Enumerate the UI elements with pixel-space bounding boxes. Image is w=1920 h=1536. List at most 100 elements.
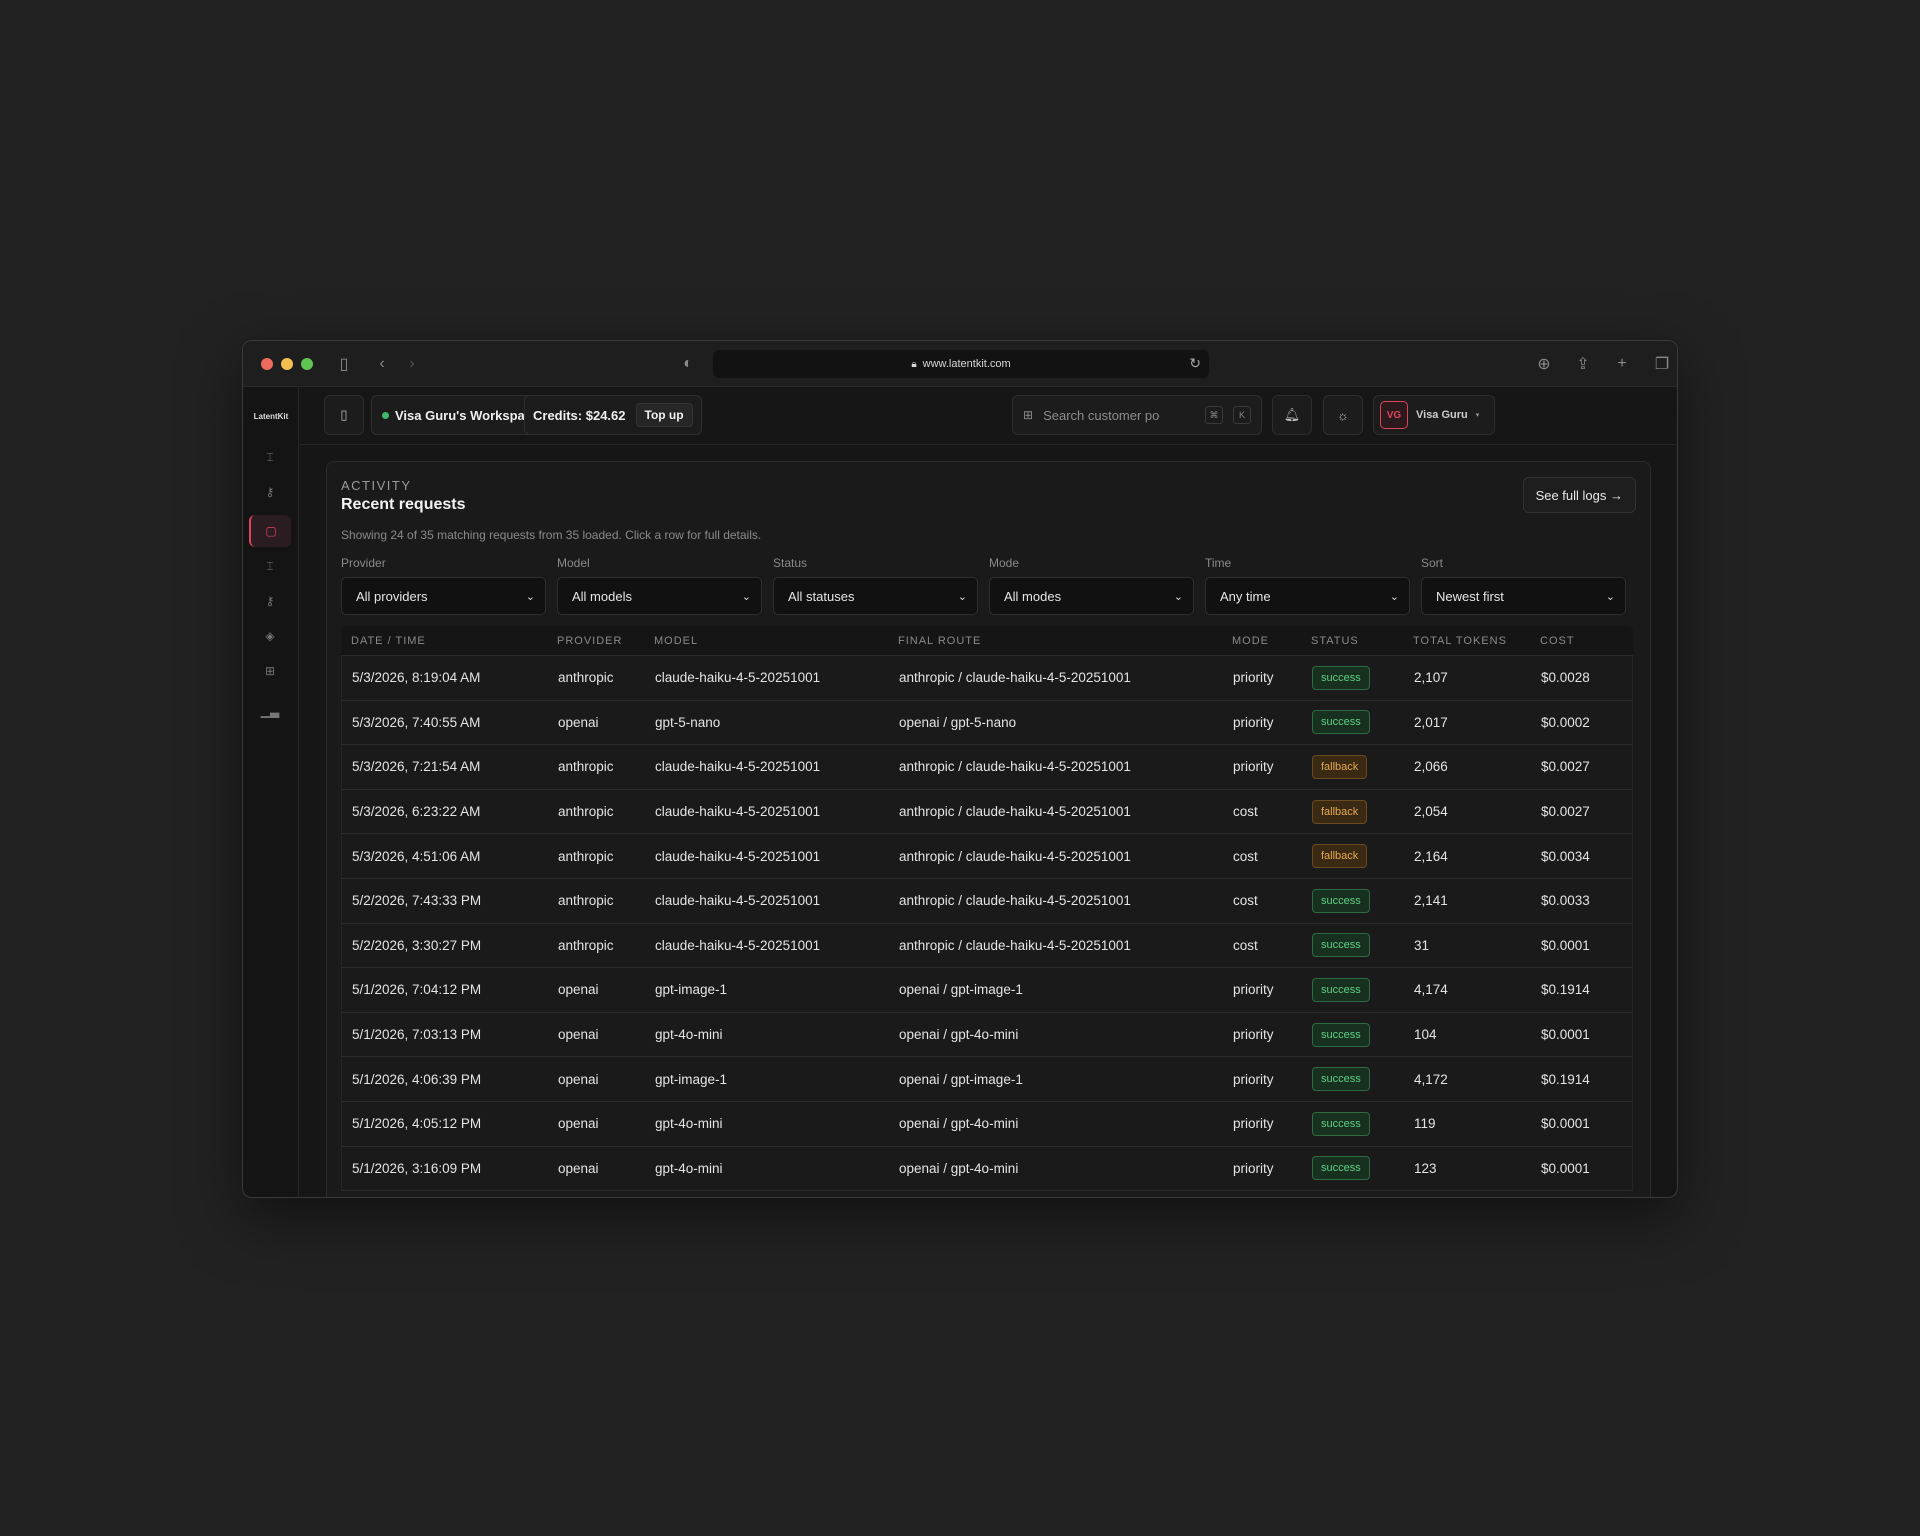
provider-select[interactable]: All providers ⌄ bbox=[341, 577, 546, 615]
cell-model: claude-haiku-4-5-20251001 bbox=[655, 804, 821, 820]
cell-model: gpt-4o-mini bbox=[655, 1027, 723, 1043]
panel-icon: ▯ bbox=[340, 407, 348, 422]
reload-icon[interactable]: ↻ bbox=[1189, 355, 1201, 372]
table-row[interactable]: 5/3/2026, 4:51:06 AM anthropic claude-haik… bbox=[341, 834, 1633, 879]
col-header-mode[interactable]: MODE bbox=[1232, 635, 1269, 647]
new-tab-icon[interactable]: + bbox=[1611, 353, 1633, 375]
table-row[interactable]: 5/1/2026, 7:03:13 PM openai gpt-4o-mini ope… bbox=[341, 1012, 1633, 1058]
sidebar-item-analytics[interactable]: ▁▃ bbox=[249, 695, 291, 727]
cell-status: success bbox=[1312, 968, 1370, 1012]
share-icon[interactable]: ⇪ bbox=[1572, 353, 1594, 375]
collapse-sidebar-button[interactable]: ▯ bbox=[324, 395, 364, 435]
col-header-status[interactable]: STATUS bbox=[1311, 635, 1359, 647]
col-header-model[interactable]: MODEL bbox=[654, 635, 698, 647]
mode-select[interactable]: All modes ⌄ bbox=[989, 577, 1194, 615]
cell-datetime: 5/3/2026, 6:23:22 AM bbox=[352, 804, 481, 820]
time-select[interactable]: Any time ⌄ bbox=[1205, 577, 1410, 615]
table-row[interactable]: 5/1/2026, 4:05:12 PM openai gpt-4o-mini ope… bbox=[341, 1101, 1633, 1147]
sidebar-item-grid[interactable]: ⊞ bbox=[249, 655, 291, 687]
cell-status: fallback bbox=[1312, 745, 1368, 789]
address-bar[interactable]: 🔒︎ www.latentkit.com ↻ bbox=[713, 350, 1209, 378]
browser-toolbar: ▯ ‹ › ◐ 🔒︎ www.latentkit.com ↻ ⊕ ⇪ + ❐ bbox=[243, 341, 1677, 387]
cell-cost: $0.0001 bbox=[1541, 1116, 1590, 1132]
table-row[interactable]: 5/1/2026, 7:04:12 PM openai gpt-image-1 ope… bbox=[341, 968, 1633, 1013]
cell-datetime: 5/1/2026, 3:16:09 PM bbox=[352, 1160, 482, 1176]
table-row[interactable]: 5/3/2026, 7:40:55 AM openai gpt-5-nano open… bbox=[341, 700, 1633, 746]
status-badge: success bbox=[1312, 1067, 1370, 1092]
table-row[interactable]: 5/1/2026, 4:06:39 PM openai gpt-image-1 ope… bbox=[341, 1057, 1633, 1102]
forward-icon[interactable]: › bbox=[401, 353, 423, 375]
kbd-cmd: ⌘ bbox=[1205, 406, 1223, 424]
cell-final-route: openai / gpt-4o-mini bbox=[899, 1116, 1019, 1132]
status-badge: success bbox=[1312, 977, 1370, 1002]
see-full-logs-button[interactable]: See full logs → bbox=[1522, 477, 1636, 513]
cell-total-tokens: 2,066 bbox=[1414, 759, 1448, 775]
cell-provider: anthropic bbox=[558, 804, 614, 820]
chevron-down-icon: ⌄ bbox=[957, 590, 967, 603]
cell-datetime: 5/1/2026, 7:03:13 PM bbox=[352, 1027, 482, 1043]
cell-final-route: anthropic / claude-haiku-4-5-20251001 bbox=[899, 893, 1131, 909]
sidebar-item-activity[interactable]: ▢ bbox=[249, 515, 291, 547]
cell-provider: openai bbox=[558, 1027, 599, 1043]
search-input[interactable]: Search customer po bbox=[1043, 408, 1195, 423]
close-window-button[interactable] bbox=[261, 358, 273, 370]
table-row[interactable]: 5/3/2026, 6:23:22 AM anthropic claude-haik… bbox=[341, 789, 1633, 835]
table-row[interactable]: 5/2/2026, 3:30:27 PM anthropic claude-haik… bbox=[341, 923, 1633, 969]
sidebar-item-layers[interactable]: ◈ bbox=[249, 620, 291, 652]
cell-cost: $0.0001 bbox=[1541, 937, 1590, 953]
cell-total-tokens: 2,107 bbox=[1414, 670, 1448, 686]
tabs-overview-icon[interactable]: ❐ bbox=[1651, 353, 1673, 375]
col-header-total-tokens[interactable]: TOTAL TOKENS bbox=[1413, 635, 1507, 647]
user-menu[interactable]: VG Visa Guru ▾ bbox=[1373, 395, 1495, 435]
cell-provider: openai bbox=[558, 982, 599, 998]
top-up-button[interactable]: Top up bbox=[635, 403, 693, 427]
sidebar-item-routing-2[interactable]: ⌶ bbox=[249, 550, 291, 582]
cell-model: claude-haiku-4-5-20251001 bbox=[655, 893, 821, 909]
notifications-button[interactable]: 🔔︎ bbox=[1272, 395, 1312, 435]
sidebar-item-keys[interactable]: ⚷ bbox=[249, 476, 291, 508]
cell-cost: $0.1914 bbox=[1541, 982, 1590, 998]
table-row[interactable]: 5/1/2026, 3:16:09 PM openai gpt-4o-mini ope… bbox=[341, 1146, 1633, 1192]
cell-cost: $0.0034 bbox=[1541, 848, 1590, 864]
sidebar-toggle-icon[interactable]: ▯ bbox=[333, 353, 355, 375]
brand-logo[interactable]: LatentKit bbox=[243, 412, 299, 421]
theme-toggle-button[interactable]: ☼ bbox=[1323, 395, 1363, 435]
sidebar-item-keys-2[interactable]: ⚷ bbox=[249, 585, 291, 617]
cell-datetime: 5/3/2026, 7:40:55 AM bbox=[352, 714, 481, 730]
status-select[interactable]: All statuses ⌄ bbox=[773, 577, 978, 615]
sort-select-value: Newest first bbox=[1436, 588, 1504, 604]
status-dot-icon bbox=[382, 411, 389, 419]
shield-icon[interactable]: ◐ bbox=[677, 353, 699, 375]
cell-final-route: openai / gpt-image-1 bbox=[899, 982, 1023, 998]
col-header-final-route[interactable]: FINAL ROUTE bbox=[898, 635, 981, 647]
col-header-datetime[interactable]: DATE / TIME bbox=[351, 635, 426, 647]
sort-select[interactable]: Newest first ⌄ bbox=[1421, 577, 1626, 615]
table-row[interactable]: 5/2/2026, 7:43:33 PM anthropic claude-haik… bbox=[341, 878, 1633, 924]
grid-icon: ⊞ bbox=[264, 664, 276, 678]
cell-mode: cost bbox=[1233, 848, 1258, 864]
table-row[interactable]: 5/3/2026, 8:19:04 AM anthropic claude-haik… bbox=[341, 656, 1633, 701]
credits-widget: Credits: $24.62 Top up bbox=[524, 395, 702, 435]
status-badge: success bbox=[1312, 888, 1370, 913]
bar-chart-icon: ▁▃ bbox=[260, 704, 280, 718]
cell-final-route: openai / gpt-4o-mini bbox=[899, 1027, 1019, 1043]
col-header-provider[interactable]: PROVIDER bbox=[557, 635, 622, 647]
table-header: DATE / TIME PROVIDER MODEL FINAL ROUTE M… bbox=[341, 626, 1633, 656]
cell-status: success bbox=[1312, 656, 1370, 700]
routing-icon: ⌶ bbox=[266, 449, 274, 464]
back-icon[interactable]: ‹ bbox=[371, 353, 393, 375]
search-box[interactable]: ⊞ Search customer po ⌘ K bbox=[1012, 395, 1262, 435]
col-header-cost[interactable]: COST bbox=[1540, 635, 1575, 647]
cell-total-tokens: 2,141 bbox=[1414, 893, 1448, 909]
cell-cost: $0.0027 bbox=[1541, 804, 1590, 820]
cell-status: success bbox=[1312, 1057, 1370, 1101]
table-row[interactable]: 5/3/2026, 7:21:54 AM anthropic claude-haik… bbox=[341, 745, 1633, 790]
chevron-down-icon: ⌄ bbox=[1605, 590, 1615, 603]
cell-final-route: openai / gpt-5-nano bbox=[899, 714, 1017, 730]
maximize-window-button[interactable] bbox=[301, 358, 313, 370]
download-icon[interactable]: ⊕ bbox=[1533, 353, 1555, 375]
model-select[interactable]: All models ⌄ bbox=[557, 577, 762, 615]
sidebar-item-routing[interactable]: ⌶ bbox=[249, 441, 291, 473]
minimize-window-button[interactable] bbox=[281, 358, 293, 370]
chevron-down-icon: ⌄ bbox=[1173, 590, 1183, 603]
